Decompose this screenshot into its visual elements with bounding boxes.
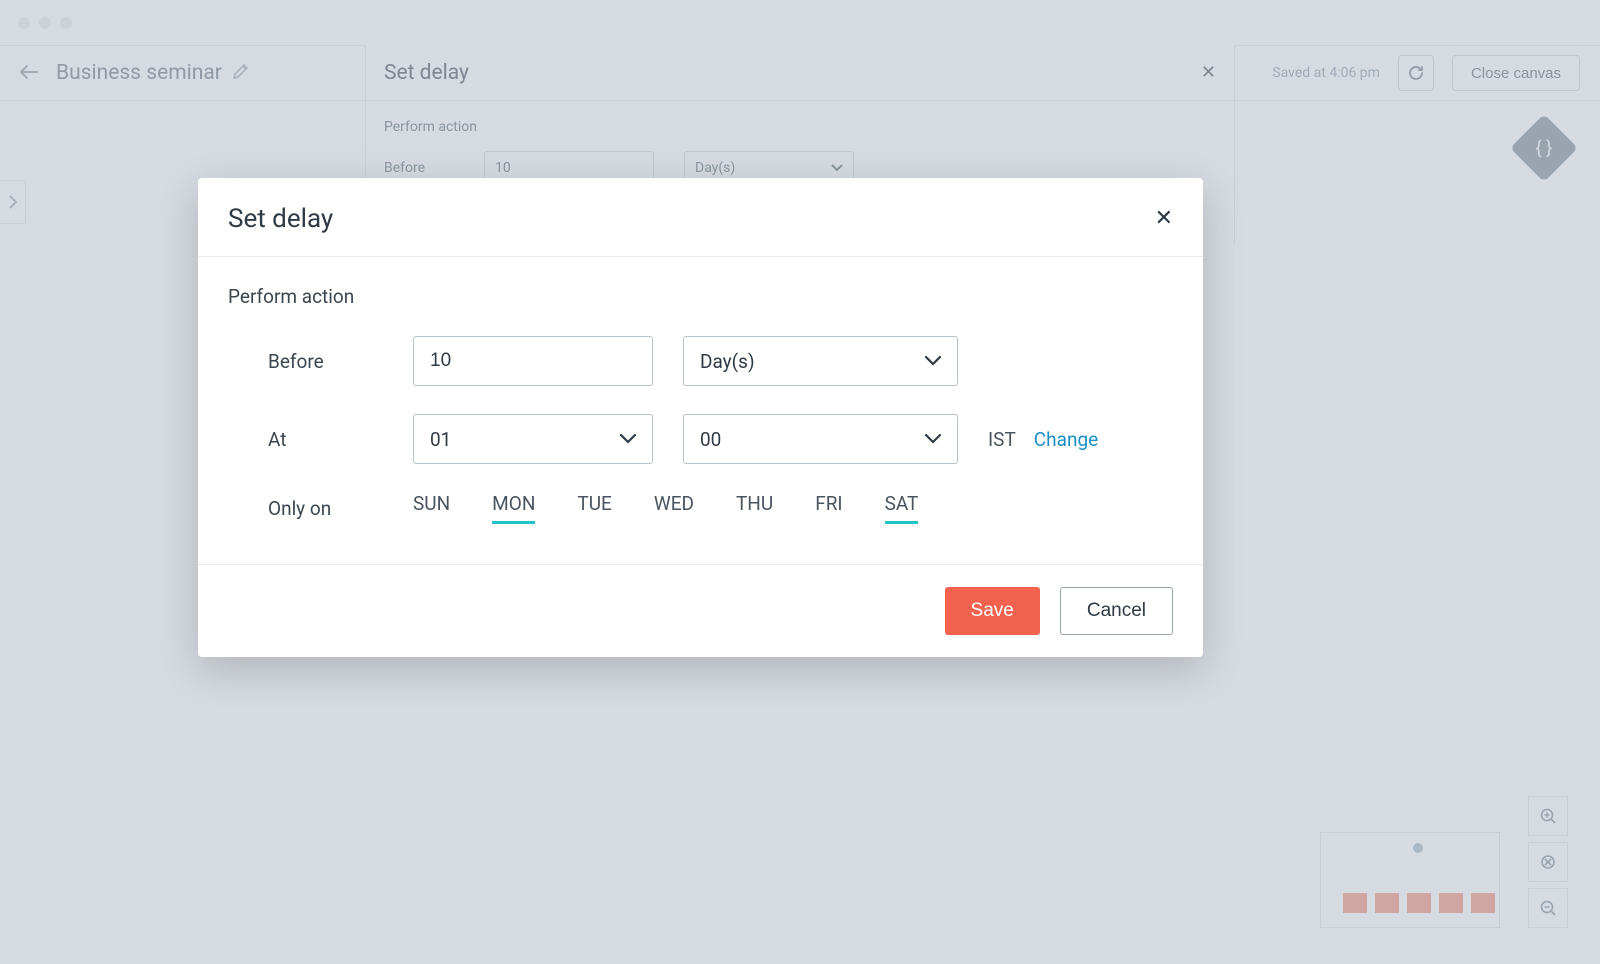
minute-value: 00 — [700, 428, 721, 451]
before-row: Before Day(s) — [228, 336, 1173, 386]
cancel-button[interactable]: Cancel — [1060, 587, 1173, 635]
unit-select[interactable]: Day(s) — [683, 336, 958, 386]
at-row: At 01 00 IST Change — [228, 414, 1173, 464]
unit-select-value: Day(s) — [700, 350, 755, 373]
set-delay-modal: Set delay ✕ Perform action Before Day(s)… — [198, 178, 1203, 657]
day-toggle-sat[interactable]: SAT — [885, 492, 919, 524]
save-button[interactable]: Save — [945, 587, 1040, 635]
modal-footer: Save Cancel — [198, 564, 1203, 657]
day-toggle-wed[interactable]: WED — [654, 492, 694, 524]
change-timezone-link[interactable]: Change — [1034, 428, 1098, 451]
day-toggle-fri[interactable]: FRI — [815, 492, 842, 524]
chevron-down-icon — [925, 356, 941, 366]
close-icon[interactable]: ✕ — [1155, 208, 1173, 230]
chevron-down-icon — [925, 434, 941, 444]
hour-select[interactable]: 01 — [413, 414, 653, 464]
day-toggle-tue[interactable]: TUE — [577, 492, 611, 524]
days-list: SUN MON TUE WED THU FRI SAT — [413, 492, 918, 524]
hour-value: 01 — [430, 428, 451, 451]
day-toggle-mon[interactable]: MON — [492, 492, 535, 524]
modal-title: Set delay — [228, 204, 333, 234]
modal-body: Perform action Before Day(s) At 01 00 IS… — [198, 257, 1203, 564]
section-label: Perform action — [228, 285, 1173, 308]
only-on-label: Only on — [228, 497, 413, 520]
day-toggle-thu[interactable]: THU — [736, 492, 773, 524]
before-value-input[interactable] — [413, 336, 653, 386]
timezone-label: IST — [988, 428, 1016, 451]
before-label: Before — [228, 350, 413, 373]
only-on-row: Only on SUN MON TUE WED THU FRI SAT — [228, 492, 1173, 524]
modal-header: Set delay ✕ — [198, 178, 1203, 257]
minute-select[interactable]: 00 — [683, 414, 958, 464]
chevron-down-icon — [620, 434, 636, 444]
day-toggle-sun[interactable]: SUN — [413, 492, 450, 524]
at-label: At — [228, 428, 413, 451]
